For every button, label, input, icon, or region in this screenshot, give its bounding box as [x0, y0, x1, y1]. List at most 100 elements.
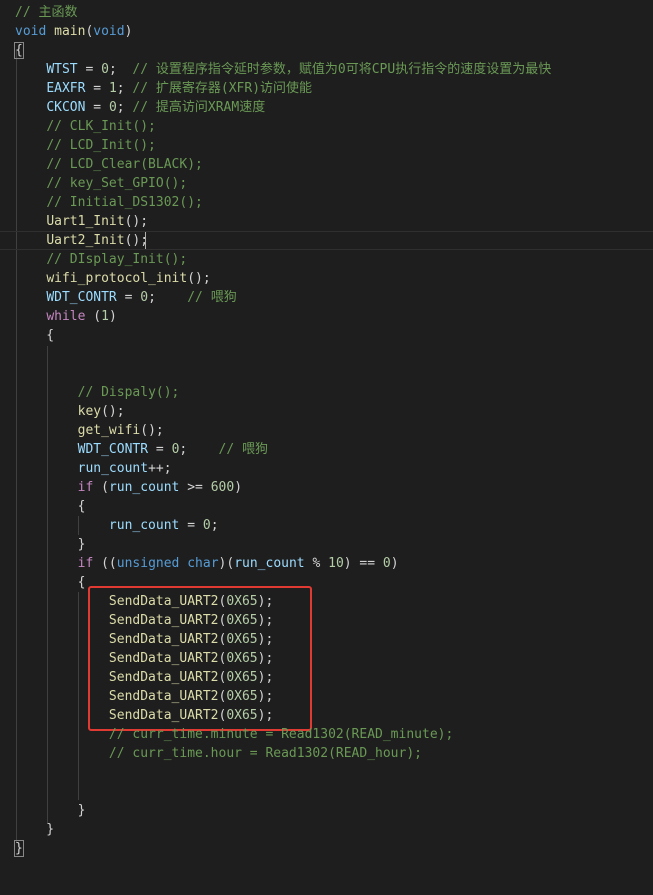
code-line[interactable]: get_wifi();	[0, 421, 653, 440]
code-token: // LCD_Clear(BLACK);	[46, 157, 203, 172]
code-token: 0	[382, 556, 391, 571]
code-line[interactable]: // LCD_Init();	[0, 136, 653, 155]
code-token: =	[179, 518, 203, 533]
code-line[interactable]: }	[0, 535, 653, 554]
code-token: SendData_UART2	[108, 632, 219, 647]
code-token: void	[93, 24, 125, 39]
code-line[interactable]: run_count = 0;	[0, 516, 653, 535]
code-line[interactable]: SendData_UART2(0X65);	[0, 630, 653, 649]
code-token: SendData_UART2	[108, 708, 219, 723]
code-token: while	[46, 309, 86, 324]
code-line[interactable]: {	[0, 326, 653, 345]
code-line[interactable]: }	[0, 820, 653, 839]
code-line[interactable]: while (1)	[0, 307, 653, 326]
code-line[interactable]: WTST = 0; // 设置程序指令延时参数，赋值为0可将CPU执行指令的速度…	[0, 60, 653, 79]
code-line[interactable]: {	[0, 497, 653, 516]
code-line[interactable]	[0, 345, 653, 364]
code-token: ) ==	[343, 556, 383, 571]
code-line[interactable]	[0, 763, 653, 782]
code-line[interactable]: // 主函数	[0, 3, 653, 22]
code-token: )	[234, 480, 243, 495]
code-token: void	[15, 24, 47, 39]
code-line[interactable]: wifi_protocol_init();	[0, 269, 653, 288]
code-token: key	[77, 404, 102, 419]
code-token: 0	[101, 62, 109, 77]
code-token: {	[14, 42, 24, 59]
code-token: main	[54, 24, 86, 39]
code-token: // 提高访问XRAM速度	[132, 100, 266, 115]
code-line[interactable]: run_count++;	[0, 459, 653, 478]
code-line[interactable]: SendData_UART2(0X65);	[0, 592, 653, 611]
code-token: 0X65	[226, 613, 258, 628]
code-token: // 主函数	[15, 5, 78, 20]
code-line[interactable]: // curr_time.hour = Read1302(READ_hour);	[0, 744, 653, 763]
code-token: 0X65	[226, 594, 258, 609]
code-line[interactable]: if (run_count >= 600)	[0, 478, 653, 497]
code-token: CKCON	[46, 100, 86, 115]
code-token: }	[14, 840, 24, 857]
code-line[interactable]: Uart2_Init();	[0, 231, 653, 250]
code-token: );	[257, 689, 274, 704]
code-line[interactable]: key();	[0, 402, 653, 421]
code-token: SendData_UART2	[108, 594, 219, 609]
code-token: 0	[202, 518, 211, 533]
code-token: ++;	[148, 461, 172, 476]
code-line[interactable]: // Initial_DS1302();	[0, 193, 653, 212]
code-line[interactable]: }	[0, 839, 653, 858]
code-line[interactable]: // LCD_Clear(BLACK);	[0, 155, 653, 174]
code-token: =	[85, 81, 109, 96]
code-line[interactable]: CKCON = 0; // 提高访问XRAM速度	[0, 98, 653, 117]
code-line[interactable]: if ((unsigned char)(run_count % 10) == 0…	[0, 554, 653, 573]
code-line[interactable]: }	[0, 801, 653, 820]
code-token: );	[257, 613, 274, 628]
code-token: ;	[116, 100, 133, 115]
code-token: ();	[140, 423, 164, 438]
code-token: =	[148, 442, 172, 457]
code-line[interactable]: WDT_CONTR = 0; // 喂狗	[0, 440, 653, 459]
code-token: =	[85, 100, 109, 115]
code-token: // CLK_Init();	[46, 119, 156, 134]
code-token: SendData_UART2	[108, 689, 219, 704]
code-line[interactable]: SendData_UART2(0X65);	[0, 611, 653, 630]
code-token: EAXFR	[46, 81, 86, 96]
code-token: WTST	[46, 62, 78, 77]
code-line[interactable]: EAXFR = 1; // 扩展寄存器(XFR)访问使能	[0, 79, 653, 98]
code-token: // curr_time.hour = Read1302(READ_hour);	[108, 746, 422, 761]
code-line[interactable]	[0, 782, 653, 801]
code-token: run_count	[77, 461, 149, 476]
code-line[interactable]: Uart1_Init();	[0, 212, 653, 231]
code-token: // 扩展寄存器(XFR)访问使能	[132, 81, 313, 96]
code-token: ;	[148, 290, 188, 305]
code-line[interactable]: // key_Set_GPIO();	[0, 174, 653, 193]
code-line[interactable]: // CLK_Init();	[0, 117, 653, 136]
code-line[interactable]	[0, 364, 653, 383]
code-line[interactable]: // DIsplay_Init();	[0, 250, 653, 269]
code-token: 0X65	[226, 689, 258, 704]
code-token: 0	[108, 100, 117, 115]
code-line[interactable]: WDT_CONTR = 0; // 喂狗	[0, 288, 653, 307]
code-line[interactable]: {	[0, 41, 653, 60]
code-editor[interactable]: // 主函数 void main(void){ WTST = 0; // 设置程序…	[0, 0, 653, 895]
code-line[interactable]: {	[0, 573, 653, 592]
code-line[interactable]: SendData_UART2(0X65);	[0, 668, 653, 687]
code-line[interactable]: // Dispaly();	[0, 383, 653, 402]
code-line[interactable]: SendData_UART2(0X65);	[0, 649, 653, 668]
code-token: run_count	[234, 556, 305, 571]
code-line[interactable]: SendData_UART2(0X65);	[0, 706, 653, 725]
code-line[interactable]: void main(void)	[0, 22, 653, 41]
code-line[interactable]: // curr_time.minute = Read1302(READ_minu…	[0, 725, 653, 744]
code-token: Uart2_Init	[46, 233, 125, 248]
code-token: (	[85, 309, 102, 324]
code-line[interactable]: SendData_UART2(0X65);	[0, 687, 653, 706]
